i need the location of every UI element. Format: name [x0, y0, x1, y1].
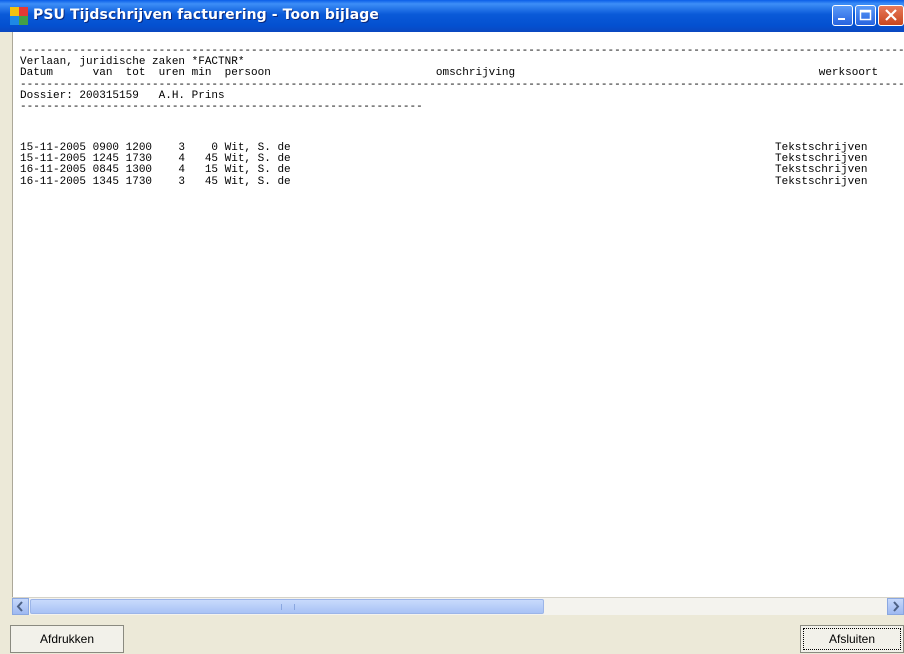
- horizontal-scrollbar[interactable]: [12, 597, 904, 615]
- report-row-werksoort: Tekstschrijven: [775, 164, 868, 177]
- button-bar: Afdrukken Afsluiten: [0, 615, 904, 654]
- close-window-button[interactable]: [878, 5, 904, 26]
- chevron-left-icon: [16, 601, 23, 612]
- report-row-werksoort: Tekstschrijven: [775, 175, 868, 188]
- app-icon: [10, 7, 28, 25]
- report-rows: 15-11-2005 0900 1200 3 0 Wit, S. de Tekst…: [20, 142, 868, 188]
- close-button[interactable]: Afsluiten: [800, 625, 904, 653]
- scrollbar-thumb[interactable]: [30, 599, 544, 614]
- report-row: 16-11-2005 0845 1300 4 15 Wit, S. de Teks…: [20, 164, 868, 177]
- window-titlebar[interactable]: PSU Tijdschrijven facturering - Toon bij…: [0, 0, 904, 32]
- minimize-button[interactable]: [832, 5, 853, 26]
- window-title: PSU Tijdschrijven facturering - Toon bij…: [33, 7, 380, 23]
- maximize-icon: [859, 9, 872, 21]
- report-view[interactable]: ----------------------------------------…: [12, 32, 904, 597]
- close-icon: [885, 9, 897, 21]
- scrollbar-grip: [281, 604, 295, 610]
- print-button[interactable]: Afdrukken: [10, 625, 124, 653]
- minimize-icon: [838, 18, 845, 20]
- chevron-right-icon: [893, 601, 900, 612]
- scroll-right-button[interactable]: [887, 598, 904, 615]
- scroll-left-button[interactable]: [12, 598, 29, 615]
- maximize-button[interactable]: [855, 5, 876, 26]
- report-row: 16-11-2005 1345 1730 3 45 Wit, S. de Teks…: [20, 175, 868, 188]
- report-header: ----------------------------------------…: [20, 45, 904, 114]
